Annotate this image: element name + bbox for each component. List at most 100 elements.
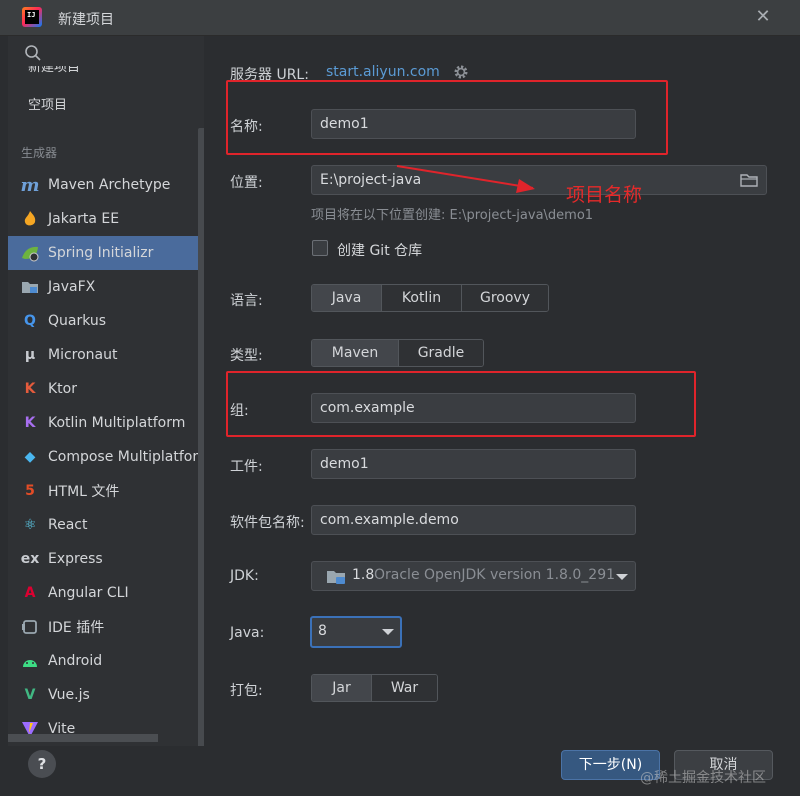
language-option-java[interactable]: Java: [312, 285, 382, 311]
annotation-text: 项目名称: [566, 184, 643, 206]
packaging-option-jar[interactable]: Jar: [312, 675, 372, 701]
ktor-icon: K: [24, 381, 36, 397]
annotation-box-group: [226, 371, 696, 437]
help-icon[interactable]: ?: [28, 750, 56, 778]
create-git-checkbox[interactable]: [312, 240, 328, 256]
folder-icon[interactable]: [740, 172, 758, 188]
sidebar-item-label: Express: [48, 551, 103, 567]
package-name-label: 软件包名称:: [230, 515, 305, 531]
quarkus-icon: Q: [24, 313, 36, 329]
packaging-selector: Jar War: [311, 674, 438, 702]
annotation-box-name: [226, 80, 668, 155]
angular-icon: A: [24, 585, 36, 601]
language-label: 语言:: [230, 293, 263, 309]
server-url-link[interactable]: start.aliyun.com: [326, 64, 440, 80]
gear-icon[interactable]: [453, 64, 469, 80]
android-icon: [20, 651, 40, 671]
html5-icon: 5: [25, 483, 35, 499]
location-label: 位置:: [230, 175, 263, 191]
sidebar-item-kotlin-multiplatform[interactable]: K Kotlin Multiplatform: [8, 406, 204, 440]
sidebar-item-label: Micronaut: [48, 347, 118, 363]
sidebar-item-label: HTML 文件: [48, 484, 120, 500]
sidebar-item-angular-cli[interactable]: A Angular CLI: [8, 576, 204, 610]
sidebar-item-label: Quarkus: [48, 313, 107, 329]
watermark: @稀土掘金技术社区: [640, 770, 766, 786]
language-option-kotlin[interactable]: Kotlin: [382, 285, 462, 311]
spring-icon: [20, 243, 40, 263]
sidebar-item-spring-initializr[interactable]: Spring Initializr: [8, 236, 204, 270]
sidebar-item-label: Ktor: [48, 381, 77, 397]
jakarta-flame-icon: [20, 209, 40, 229]
chevron-down-icon: [382, 629, 394, 635]
javafx-folder-icon: [20, 277, 40, 297]
sidebar-item-label: Vue.js: [48, 687, 90, 703]
packaging-label: 打包:: [230, 683, 263, 699]
micronaut-icon: μ: [24, 347, 36, 363]
type-option-maven[interactable]: Maven: [312, 340, 399, 366]
sidebar-item-new-project[interactable]: 新建项目: [28, 66, 80, 76]
sidebar-item-label: JavaFX: [48, 279, 96, 295]
jdk-folder-icon: [327, 571, 345, 584]
java-version-select[interactable]: 8: [310, 616, 402, 648]
compose-icon: ◆: [24, 449, 36, 465]
sidebar-item-javafx[interactable]: JavaFX: [8, 270, 204, 304]
sidebar-item-ktor[interactable]: K Ktor: [8, 372, 204, 406]
artifact-label: 工件:: [230, 459, 263, 475]
language-option-groovy[interactable]: Groovy: [462, 285, 548, 311]
sidebar-item-label: Compose Multiplatform: [48, 449, 204, 465]
sidebar-item-micronaut[interactable]: μ Micronaut: [8, 338, 204, 372]
sidebar-item-label: Android: [48, 653, 103, 669]
sidebar-item-quarkus[interactable]: Q Quarkus: [8, 304, 204, 338]
annotation-arrow: [396, 165, 535, 193]
sidebar-item-jakarta-ee[interactable]: Jakarta EE: [8, 202, 204, 236]
express-icon: ex: [20, 551, 40, 567]
sidebar-item-vuejs[interactable]: V Vue.js: [8, 678, 204, 712]
sidebar-item-label: IDE 插件: [48, 620, 105, 636]
type-option-gradle[interactable]: Gradle: [399, 340, 483, 366]
sidebar-item-react[interactable]: ⚛ React: [8, 508, 204, 542]
create-git-label: 创建 Git 仓库: [337, 243, 423, 259]
location-hint: 项目将在以下位置创建: E:\project-java\demo1: [311, 208, 594, 223]
sidebar-item-label: React: [48, 517, 88, 533]
artifact-input[interactable]: demo1: [311, 449, 636, 479]
jdk-version: 1.8: [352, 567, 375, 583]
sidebar-item-empty-project[interactable]: 空项目: [28, 94, 67, 113]
title-bar: IJ 新建项目 ✕: [0, 0, 800, 36]
sidebar-item-express[interactable]: ex Express: [8, 542, 204, 576]
maven-icon: m: [20, 174, 40, 196]
sidebar-item-html-file[interactable]: 5 HTML 文件: [8, 474, 204, 508]
sidebar-scrollbar[interactable]: [198, 128, 204, 746]
logo-text: IJ: [25, 10, 39, 24]
sidebar-item-android[interactable]: Android: [8, 644, 204, 678]
jdk-label: JDK:: [230, 568, 259, 584]
sidebar-item-label: Kotlin Multiplatform: [48, 415, 186, 431]
vue-icon: V: [24, 687, 36, 703]
sidebar-item-label: Maven Archetype: [48, 177, 171, 193]
chevron-down-icon: [616, 574, 628, 580]
sidebar-item-compose-multiplatform[interactable]: ◆ Compose Multiplatform: [8, 440, 204, 474]
language-selector: Java Kotlin Groovy: [311, 284, 549, 312]
search-icon: [25, 45, 41, 61]
packaging-option-war[interactable]: War: [372, 675, 437, 701]
sidebar-item-ide-plugin[interactable]: IDE 插件: [8, 610, 204, 644]
intellij-logo-icon: IJ: [22, 7, 42, 27]
sidebar-item-label: Angular CLI: [48, 585, 129, 601]
sidebar-item-label: Jakarta EE: [48, 211, 120, 227]
type-label: 类型:: [230, 348, 263, 364]
sidebar-section-generators: 生成器: [21, 146, 58, 160]
project-type-sidebar: 新建项目 空项目 生成器 m Maven Archetype Jakarta EE S…: [8, 36, 204, 746]
jdk-description: Oracle OpenJDK version 1.8.0_291: [374, 567, 616, 583]
type-selector: Maven Gradle: [311, 339, 484, 367]
jdk-select[interactable]: 1.8 Oracle OpenJDK version 1.8.0_291: [311, 561, 636, 591]
window-title: 新建项目: [58, 12, 114, 28]
plugin-icon: [20, 617, 40, 637]
close-icon[interactable]: ✕: [752, 6, 774, 28]
java-version-label: Java:: [230, 625, 265, 641]
react-icon: ⚛: [23, 517, 37, 533]
sidebar-horizontal-scrollbar[interactable]: [8, 734, 158, 742]
sidebar-item-maven-archetype[interactable]: m Maven Archetype: [8, 168, 204, 202]
sidebar-item-label: Spring Initializr: [48, 245, 154, 261]
package-name-input[interactable]: com.example.demo: [311, 505, 636, 535]
java-version-value: 8: [318, 623, 327, 639]
kotlin-icon: K: [24, 415, 36, 431]
